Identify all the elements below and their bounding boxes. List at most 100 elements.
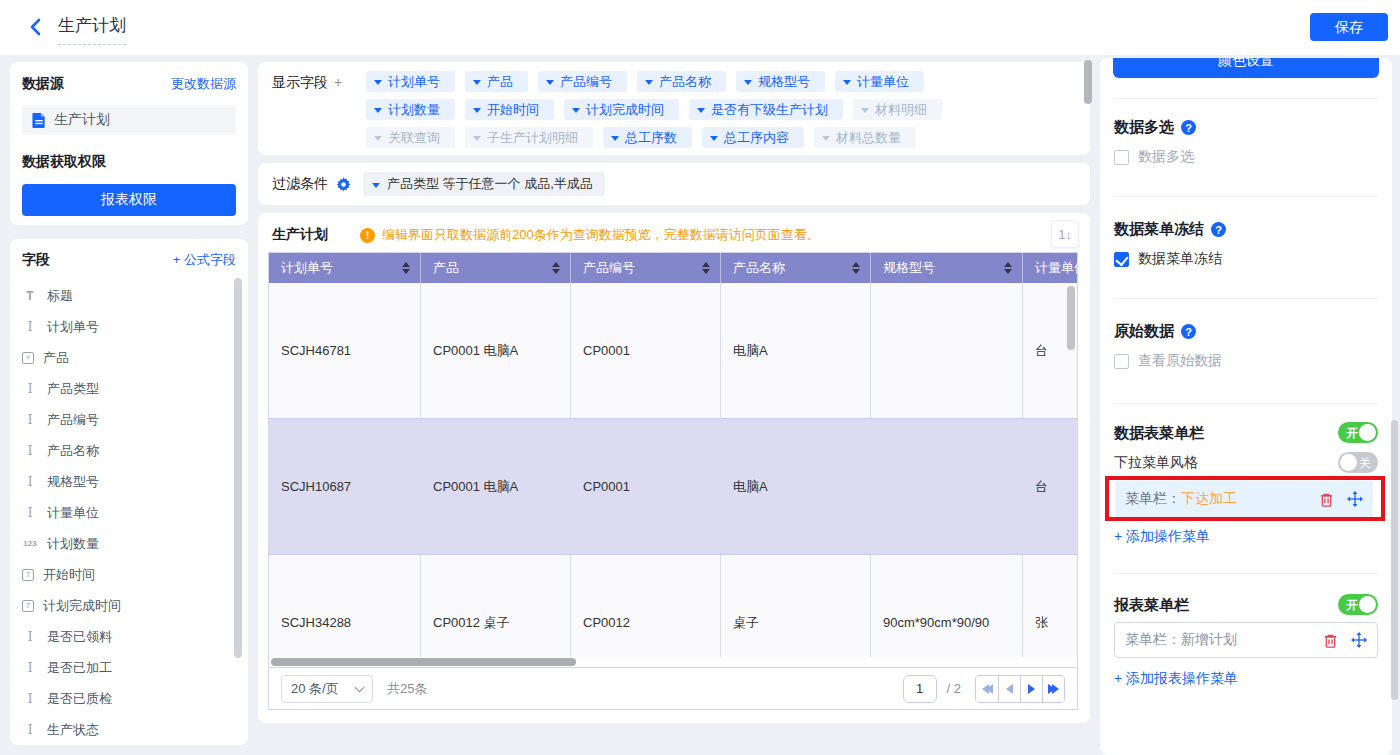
chevron-down-icon xyxy=(744,80,752,85)
column-header[interactable]: 计量单位 xyxy=(1023,253,1077,283)
datasource-item[interactable]: 生产计划 xyxy=(22,105,236,135)
multi-select-checkbox-row[interactable]: 数据多选 xyxy=(1114,148,1378,166)
field-item[interactable]: I是否已领料 xyxy=(22,621,236,652)
display-field-chip[interactable]: 开始时间 xyxy=(465,99,554,120)
multi-select-title: 数据多选? xyxy=(1114,118,1378,137)
raw-data-checkbox-row[interactable]: 查看原始数据 xyxy=(1114,352,1378,370)
field-item[interactable]: I计划单号 xyxy=(22,311,236,342)
column-header[interactable]: 产品编号 xyxy=(571,253,721,283)
display-field-chip[interactable]: 计划单号 xyxy=(366,71,455,92)
display-field-chip[interactable]: 计量单位 xyxy=(835,71,924,92)
table-row[interactable]: SCJH10687CP0001 电脑ACP0001电脑A台 xyxy=(269,419,1077,555)
sort-icon[interactable] xyxy=(552,262,560,274)
report-menu-item[interactable]: 菜单栏：新增计划 xyxy=(1114,622,1378,658)
gear-icon[interactable] xyxy=(336,177,351,192)
table-menu-item[interactable]: 菜单栏： 下达加工 xyxy=(1115,481,1373,517)
display-field-chip[interactable]: 关联查询 xyxy=(366,127,455,148)
last-page-button[interactable] xyxy=(1042,676,1064,702)
field-item[interactable]: 7开始时间 xyxy=(22,559,236,590)
column-header[interactable]: 计划单号 xyxy=(269,253,421,283)
field-item[interactable]: I计量单位 xyxy=(22,497,236,528)
dropdown-style-toggle[interactable]: 关 xyxy=(1338,452,1378,473)
field-item[interactable]: ˅产品 xyxy=(22,342,236,373)
field-item[interactable]: T标题 xyxy=(22,280,236,311)
sort-icon[interactable] xyxy=(1004,262,1012,274)
first-page-button[interactable] xyxy=(976,676,998,702)
dropdown-style-row: 下拉菜单风格 关 xyxy=(1114,454,1378,472)
field-item[interactable]: I产品名称 xyxy=(22,435,236,466)
add-display-field-icon[interactable]: + xyxy=(334,74,342,90)
add-report-menu-link[interactable]: + 添加报表操作菜单 xyxy=(1114,670,1378,688)
display-field-chip[interactable]: 材料总数量 xyxy=(814,127,916,148)
table-row[interactable]: SCJH34288CP0012 桌子CP0012桌子90cm*90cm*90/9… xyxy=(269,555,1077,657)
divider xyxy=(1114,573,1378,574)
sort-icon[interactable] xyxy=(402,262,410,274)
color-settings-button[interactable]: 颜色设置 xyxy=(1113,58,1379,78)
formula-field-link[interactable]: + 公式字段 xyxy=(173,251,236,269)
display-field-chip[interactable]: 材料明细 xyxy=(853,99,942,120)
column-header[interactable]: 产品 xyxy=(421,253,571,283)
fields-title: 字段 xyxy=(22,251,50,269)
field-item[interactable]: I是否已加工 xyxy=(22,652,236,683)
table-cell: SCJH46781 xyxy=(269,283,421,418)
table-vertical-scrollbar[interactable] xyxy=(1067,286,1075,350)
help-icon[interactable]: ? xyxy=(1181,324,1196,339)
chevron-down-icon xyxy=(374,108,382,113)
field-item[interactable]: I生产状态 xyxy=(22,714,236,745)
display-field-chip[interactable]: 产品编号 xyxy=(538,71,627,92)
table-menu-toggle[interactable]: 开 xyxy=(1338,422,1378,443)
trash-icon[interactable] xyxy=(1323,633,1338,648)
column-header[interactable]: 产品名称 xyxy=(721,253,871,283)
save-button[interactable]: 保存 xyxy=(1310,13,1388,41)
display-field-chip[interactable]: 计划完成时间 xyxy=(564,99,679,120)
field-label: 标题 xyxy=(47,287,73,305)
change-datasource-link[interactable]: 更改数据源 xyxy=(171,75,236,93)
trash-icon[interactable] xyxy=(1319,492,1334,507)
field-item[interactable]: 7计划完成时间 xyxy=(22,590,236,621)
report-permission-button[interactable]: 报表权限 xyxy=(22,184,236,216)
sort-icon[interactable] xyxy=(852,262,860,274)
fields-scrollbar[interactable] xyxy=(234,278,242,658)
filter-condition-chip[interactable]: 产品类型 等于任意一个 成品,半成品 xyxy=(363,172,605,196)
table-cell: CP0001 xyxy=(571,419,721,554)
display-field-chip[interactable]: 规格型号 xyxy=(736,71,825,92)
move-icon[interactable] xyxy=(1347,491,1363,507)
checkbox-checked[interactable] xyxy=(1114,252,1129,267)
field-item[interactable]: 123计划数量 xyxy=(22,528,236,559)
display-field-chip[interactable]: 计划数量 xyxy=(366,99,455,120)
display-field-chip[interactable]: 产品名称 xyxy=(637,71,726,92)
report-menu-toggle[interactable]: 开 xyxy=(1338,594,1378,615)
settings-panel: 颜色设置 数据多选? 数据多选 数据菜单冻结? 数据菜单冻结 原始数据? 查看原… xyxy=(1100,58,1392,755)
page-size-select[interactable]: 20 条/页 xyxy=(281,675,373,703)
field-item[interactable]: I产品编号 xyxy=(22,404,236,435)
prev-page-button[interactable] xyxy=(998,676,1020,702)
sort-tool-button[interactable]: 1↓ xyxy=(1051,220,1079,248)
menu-freeze-checkbox-row[interactable]: 数据菜单冻结 xyxy=(1114,250,1378,268)
table-horizontal-scrollbar[interactable] xyxy=(271,658,576,666)
help-icon[interactable]: ? xyxy=(1211,222,1226,237)
next-page-button[interactable] xyxy=(1020,676,1042,702)
field-label: 产品名称 xyxy=(47,442,99,460)
sort-icon[interactable] xyxy=(702,262,710,274)
panel-scrollbar[interactable] xyxy=(1084,60,1092,104)
preview-warning: !编辑界面只取数据源前200条作为查询数据预览，完整数据请访问页面查看。 xyxy=(360,226,820,244)
add-menu-link[interactable]: + 添加操作菜单 xyxy=(1114,528,1378,546)
display-field-chip[interactable]: 是否有下级生产计划 xyxy=(689,99,843,120)
move-icon[interactable] xyxy=(1351,632,1367,648)
field-item[interactable]: I是否已质检 xyxy=(22,683,236,714)
column-header[interactable]: 规格型号 xyxy=(871,253,1023,283)
display-field-chip[interactable]: 产品 xyxy=(465,71,528,92)
field-item[interactable]: I产品类型 xyxy=(22,373,236,404)
settings-scrollbar[interactable] xyxy=(1391,420,1398,700)
checkbox-unchecked[interactable] xyxy=(1114,150,1129,165)
back-icon[interactable] xyxy=(26,17,46,37)
page-number-input[interactable]: 1 xyxy=(903,675,937,703)
table-row[interactable]: SCJH46781CP0001 电脑ACP0001电脑A台 xyxy=(269,283,1077,419)
text-field-icon: I xyxy=(22,319,38,335)
checkbox-unchecked[interactable] xyxy=(1114,354,1129,369)
display-field-chip[interactable]: 子生产计划明细 xyxy=(465,127,593,148)
help-icon[interactable]: ? xyxy=(1181,120,1196,135)
field-item[interactable]: I规格型号 xyxy=(22,466,236,497)
display-field-chip[interactable]: 总工序内容 xyxy=(702,127,804,148)
display-field-chip[interactable]: 总工序数 xyxy=(603,127,692,148)
